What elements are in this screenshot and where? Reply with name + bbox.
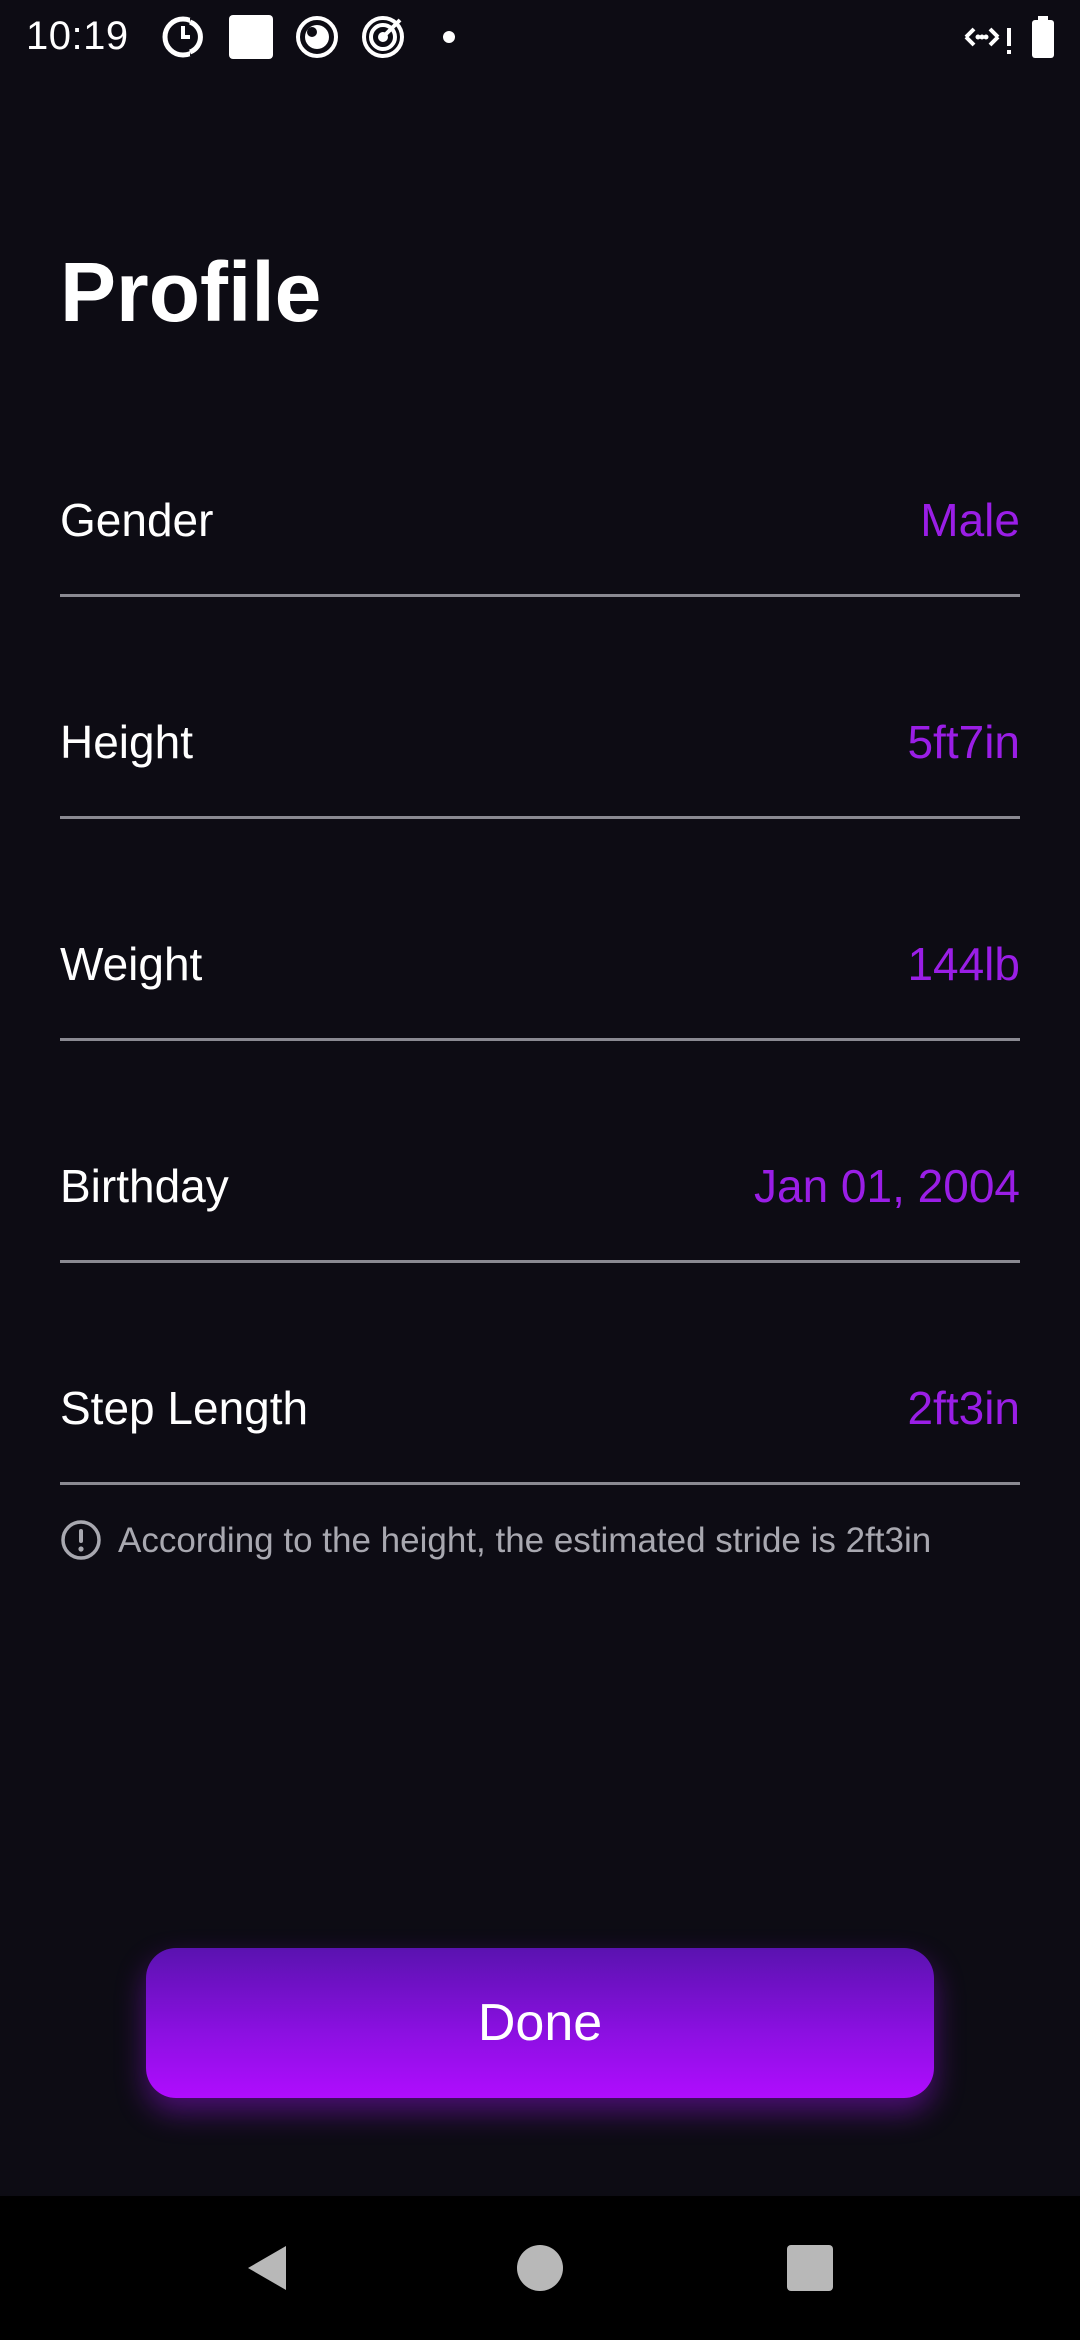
divider	[60, 594, 1020, 597]
navigation-bar	[0, 2196, 1080, 2340]
weight-row[interactable]: Weight 144lb	[60, 894, 1020, 1116]
page-title: Profile	[60, 245, 322, 339]
target-app-icon	[360, 14, 406, 60]
height-row[interactable]: Height 5ft7in	[60, 672, 1020, 894]
status-time: 10:19	[26, 14, 129, 58]
gender-row[interactable]: Gender Male	[60, 450, 1020, 672]
notification-dot-icon	[434, 14, 464, 60]
data-saver-icon	[962, 14, 1016, 60]
weight-label: Weight	[60, 938, 203, 990]
done-button-label: Done	[477, 1994, 603, 2052]
birthday-label: Birthday	[60, 1160, 229, 1212]
birthday-row[interactable]: Birthday Jan 01, 2004	[60, 1116, 1020, 1338]
circle-app-icon	[294, 14, 340, 60]
divider	[60, 1038, 1020, 1041]
gender-label: Gender	[60, 494, 214, 546]
step-length-value[interactable]: 2ft3in	[907, 1378, 1020, 1438]
height-value[interactable]: 5ft7in	[907, 712, 1020, 772]
done-button[interactable]: Done	[146, 1948, 934, 2098]
step-length-label: Step Length	[60, 1382, 309, 1434]
birthday-value[interactable]: Jan 01, 2004	[754, 1156, 1020, 1216]
stride-note: According to the height, the estimated s…	[60, 1516, 1020, 1566]
gender-value[interactable]: Male	[920, 490, 1020, 550]
recents-icon[interactable]	[780, 2238, 840, 2298]
divider	[60, 1260, 1020, 1263]
square-app-icon	[228, 14, 274, 60]
home-icon[interactable]	[510, 2238, 570, 2298]
do-not-disturb-icon	[160, 14, 206, 60]
battery-icon	[1030, 14, 1056, 60]
divider	[60, 816, 1020, 819]
height-label: Height	[60, 716, 193, 768]
info-exclamation-icon	[60, 1519, 102, 1561]
back-icon[interactable]	[238, 2238, 298, 2298]
weight-value[interactable]: 144lb	[907, 934, 1020, 994]
divider	[60, 1482, 1020, 1485]
status-bar: 10:19	[0, 0, 1080, 72]
stride-note-text: According to the height, the estimated s…	[118, 1521, 932, 1560]
profile-settings-list: Gender Male Height 5ft7in Weight 144lb B…	[60, 450, 1020, 1560]
